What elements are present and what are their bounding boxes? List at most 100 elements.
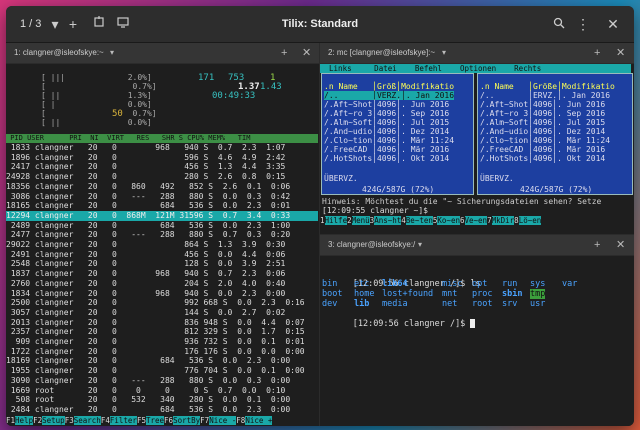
mc-menubar[interactable]: Links Datei Befehl Optionen Rechts (320, 64, 631, 73)
pane-1-dropdown-chevron-icon[interactable]: ▾ (110, 43, 114, 63)
session-dropdown-chevron-icon[interactable]: ▾ (46, 15, 64, 33)
session-counter[interactable]: 1 / 3 (20, 6, 41, 42)
mc-fkey-5[interactable]: 5Ko~en (433, 216, 460, 225)
mc-right-panel[interactable]: .n Name │Größe│Modifikatio /.. │ERVZ.│. … (477, 73, 633, 195)
mc-file-row[interactable]: /.And~udio│4096│. Dez 2014 (324, 127, 449, 136)
process-row[interactable]: 18169 clangner 20 0 684 536 S 0.0 2.3 0:… (6, 356, 318, 366)
ls-entry: etc (354, 279, 370, 289)
process-row[interactable]: 1955 clangner 20 0 776 704 S 0.0 0.1 0:0… (6, 366, 318, 376)
process-row[interactable]: 2477 clangner 20 0 --- 288 880 S 0.7 0.3… (6, 230, 318, 240)
mc-left-status: ÜBERVZ. (324, 174, 358, 183)
process-row[interactable]: 18165 clangner 20 0 684 536 S 0.0 2.3 0:… (6, 201, 318, 211)
mc-prompt[interactable]: [12:09:55 clangner ~]$ (322, 206, 433, 215)
mc-fkey-1[interactable]: 1Hilfe (320, 216, 348, 225)
process-row[interactable]: 1896 clangner 20 0 596 S 4.6 4.9 2:42 (6, 153, 318, 163)
pane-1-close-icon[interactable]: ✕ (302, 43, 311, 63)
mc-file-row[interactable]: /.. │VERZ.│. Jan 2016 (324, 91, 455, 100)
htop-fkey-f6[interactable]: F6SortBy (164, 416, 201, 426)
process-row[interactable]: 2357 clangner 20 0 812 329 S 0.0 1.7 0:1… (6, 327, 318, 337)
htop-fkey-f1[interactable]: F1Help (6, 416, 34, 426)
menu-kebab-icon[interactable]: ⋮ (574, 15, 592, 33)
process-row[interactable]: 1669 root 20 0 0 0 0 S 0.7 0.0 0:10 (6, 386, 318, 396)
search-icon[interactable] (550, 15, 568, 33)
process-row[interactable]: 1722 clangner 20 0 176 176 S 0.0 0.0 0:0… (6, 347, 318, 357)
htop-fkey-f8[interactable]: F8Nice + (236, 416, 273, 426)
process-row[interactable]: 2417 clangner 20 0 456 S 1.3 4.4 3:35 (6, 162, 318, 172)
mc-fkey-4[interactable]: 4Be~ten (401, 216, 433, 225)
process-row[interactable]: 1834 clangner 20 0 968 940 S 0.0 2.3 0:0… (6, 289, 318, 299)
process-table-header[interactable]: PID USER PRI NI VIRT RES SHR S CPU% MEM%… (6, 134, 318, 143)
pane-2-close-icon[interactable]: ✕ (616, 43, 625, 63)
pane-2-dropdown-chevron-icon[interactable]: ▾ (442, 43, 446, 63)
ls-entry: media (382, 299, 408, 309)
process-row[interactable]: 2489 clangner 20 0 684 536 S 0.0 2.3 1:0… (6, 221, 318, 231)
shell-terminal[interactable]: [12:09:56 clangner /]$ ls bin etc lib64 mis… (320, 256, 634, 426)
mc-fkey-6[interactable]: 6Ve~en (460, 216, 488, 225)
process-row[interactable]: 2548 clangner 20 0 128 S 0.0 3.9 2:51 (6, 259, 318, 269)
mc-file-row[interactable]: /.HotShots│4096│. Okt 2014 (480, 154, 605, 163)
pane-1-title[interactable]: 1: clangner@isleofskye:~ (14, 43, 104, 63)
process-row[interactable]: 2760 clangner 20 0 204 S 2.0 4.0 0:40 (6, 279, 318, 289)
add-session-plus-icon[interactable]: + (64, 15, 82, 33)
mc-right-disk: 424G/587G (72%) (520, 185, 593, 194)
process-row[interactable]: 1833 clangner 20 0 968 940 S 0.7 2.3 1:0… (6, 143, 318, 153)
process-row[interactable]: 2500 clangner 20 0 992 668 S 0.0 2.3 0:1… (6, 298, 318, 308)
pane-2-title[interactable]: 2: mc [clangner@isleofskye]:~ (328, 43, 435, 63)
process-row[interactable]: 3057 clangner 20 0 144 S 0.0 2.7 0:02 (6, 308, 318, 318)
close-window-icon[interactable]: ✕ (604, 15, 622, 33)
pane-3-title[interactable]: 3: clangner@isleofskye:/ (328, 235, 415, 255)
process-row[interactable]: 3086 clangner 20 0 --- 288 880 S 0.0 0.3… (6, 192, 318, 202)
shell-prompt-line-2[interactable]: [12:09:56 clangner /]$ (322, 309, 476, 339)
mc-file-row[interactable]: /.Clo~tion│4096│. Mär 11:24 (480, 136, 610, 145)
mc-file-row[interactable]: /.. │ERVZ.│. Jan 2016 (480, 91, 610, 100)
htop-fkey-f2[interactable]: F2Setup (33, 416, 65, 426)
mc-file-row[interactable]: /.Alm~Soft│4096│. Jul 2015 (480, 118, 605, 127)
htop-terminal[interactable]: [ ||| 2.0%] [ 0.7%] [ || 1.3%] [ | 0.0%]… (6, 64, 319, 426)
mc-file-row[interactable]: /.HotShots│4096│. Okt 2014 (324, 154, 449, 163)
mc-file-row[interactable]: /.And~udio│4096│. Dez 2014 (480, 127, 605, 136)
mc-file-row[interactable]: /.FreeCAD │4096│. Mär 2016 (480, 145, 605, 154)
sync-input-icon[interactable] (114, 15, 132, 33)
process-row[interactable]: 2484 clangner 20 0 684 536 S 0.0 2.3 0:0… (6, 405, 318, 415)
process-row[interactable]: 18356 clangner 20 0 860 492 852 S 2.6 0.… (6, 182, 318, 192)
pane-3-close-icon[interactable]: ✕ (616, 235, 625, 255)
pane-1-add-icon[interactable]: + (281, 43, 287, 63)
split-terminal-icon[interactable] (90, 15, 108, 33)
pane-3-add-icon[interactable]: + (594, 235, 600, 255)
pane-3-dropdown-chevron-icon[interactable]: ▾ (418, 235, 422, 255)
process-row[interactable]: 1837 clangner 20 0 968 940 S 0.7 2.3 0:0… (6, 269, 318, 279)
tilix-window: 1 / 3 ▾ + Tilix: Standard ⋮ ✕ 1: clangne… (6, 6, 634, 426)
mc-file-row[interactable]: /.FreeCAD │4096│. Mär 2016 (324, 145, 449, 154)
mc-file-row[interactable]: /.Clo~tion│4096│. Mär 11:24 (324, 136, 454, 145)
htop-fkey-f4[interactable]: F4Filter (100, 416, 137, 426)
process-row[interactable]: 3090 clangner 20 0 --- 288 880 S 0.0 0.3… (6, 376, 318, 386)
mc-file-row[interactable]: /.Aft~ro 3│4096│. Sep 2016 (480, 109, 605, 118)
mc-terminal[interactable]: Links Datei Befehl Optionen Rechts .n Na… (320, 64, 634, 234)
cpu-meter: [ ||| 2.0%] (41, 73, 152, 82)
cpu-meter: [ || 0.0%] (41, 118, 152, 127)
process-row[interactable]: 12294 clangner 20 0 868M 121M 31596 S 0.… (6, 210, 318, 222)
ls-entry: tmp (530, 289, 546, 299)
mc-fkey-8[interactable]: 8Lö~en (514, 216, 542, 225)
mc-file-row[interactable]: /.Aft~Shot│4096│. Jun 2016 (480, 100, 605, 109)
mc-file-row[interactable]: /.Aft~Shot│4096│. Jun 2016 (324, 100, 449, 109)
htop-fkey-f5[interactable]: F5Tree (136, 416, 165, 426)
ls-entry: usr (530, 299, 546, 309)
mc-file-row[interactable]: /.Alm~Soft│4096│. Jul 2015 (324, 118, 449, 127)
htop-fkey-f7[interactable]: F7Nice - (200, 416, 237, 426)
process-row[interactable]: 24928 clangner 20 0 280 S 2.6 0.8 0:15 (6, 172, 318, 182)
mc-left-panel[interactable]: .n Name │Größ│Modifikatio /.. │VERZ.│. J… (321, 73, 474, 195)
mc-file-row[interactable]: /.Aft~ro 3│4096│. Sep 2016 (324, 109, 449, 118)
pane-2-add-icon[interactable]: + (594, 43, 600, 63)
pane-2-titlebar: 2: mc [clangner@isleofskye]:~ ▾ + ✕ (320, 43, 634, 63)
process-row[interactable]: 2013 clangner 20 0 836 948 S 0.0 4.4 0:0… (6, 318, 318, 328)
mc-fkey-2[interactable]: 2Menü (347, 216, 370, 225)
ls-entry: home (354, 289, 375, 299)
process-row[interactable]: 909 clangner 20 0 936 732 S 0.0 0.1 0:01 (6, 337, 318, 347)
htop-fkey-f3[interactable]: F3Search (64, 416, 101, 426)
process-row[interactable]: 2491 clangner 20 0 456 S 0.0 4.4 0:06 (6, 250, 318, 260)
mc-fkey-7[interactable]: 7MkDir (487, 216, 515, 225)
process-row[interactable]: 29022 clangner 20 0 864 S 1.3 3.9 0:30 (6, 240, 318, 250)
mc-fkey-3[interactable]: 3Ans~ht (370, 216, 402, 225)
process-row[interactable]: 508 root 20 0 532 340 280 S 0.0 0.1 0:00 (6, 395, 318, 405)
